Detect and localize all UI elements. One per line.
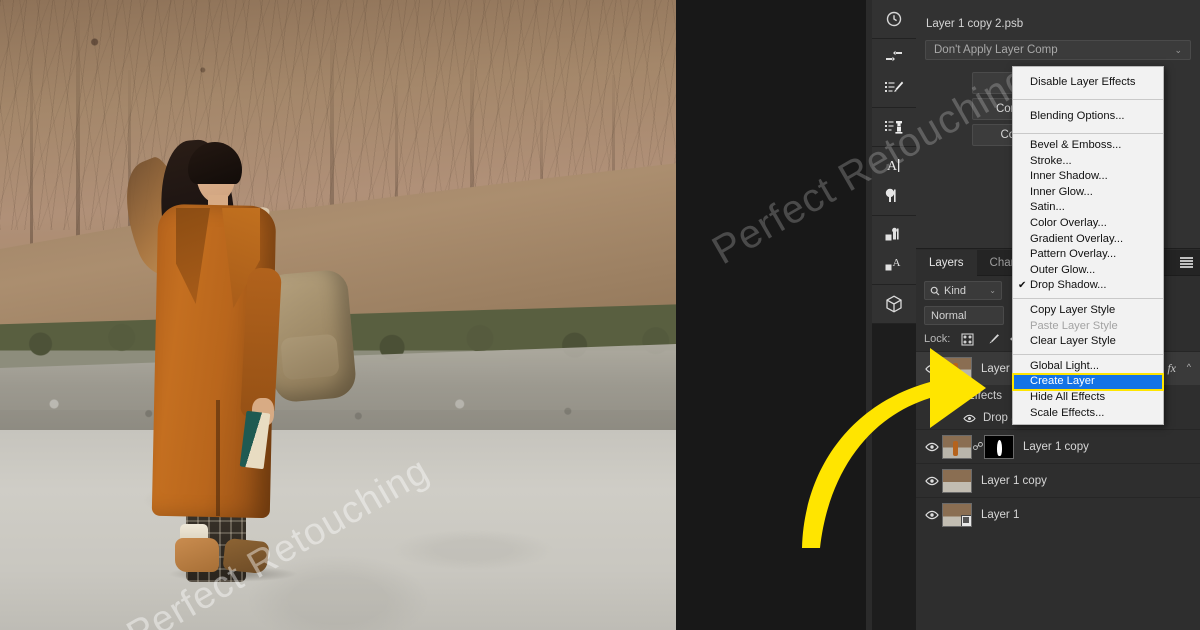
menu-item-bevel-emboss[interactable]: Bevel & Emboss...	[1013, 138, 1163, 154]
photoshop-window: A A Layer 1 copy 2.psb Don't Apply Layer…	[0, 0, 1200, 630]
menu-item-drop-shadow[interactable]: ✔ Drop Shadow...	[1013, 278, 1163, 294]
menu-item-gradient-overlay[interactable]: Gradient Overlay...	[1013, 232, 1163, 248]
menu-item-pattern-overlay[interactable]: Pattern Overlay...	[1013, 247, 1163, 263]
photo-figure-boot-right	[222, 537, 270, 575]
photo-figure-backpack-pocket	[280, 333, 340, 381]
svg-text:A: A	[893, 257, 901, 269]
layer-comp-select[interactable]: Don't Apply Layer Comp ⌄	[925, 40, 1191, 60]
menu-separator	[1013, 133, 1163, 134]
rail-group-styles: A	[872, 216, 916, 285]
lock-image-pixels-icon[interactable]	[984, 331, 1000, 347]
photo-figure-coat-seam	[216, 400, 220, 516]
photo-image	[0, 0, 676, 630]
menu-item-disable-layer-effects[interactable]: Disable Layer Effects	[1013, 70, 1163, 95]
menu-item-scale-effects[interactable]: Scale Effects...	[1013, 406, 1163, 422]
layer-thumbnail[interactable]	[942, 468, 972, 493]
lock-transparent-pixels-icon[interactable]	[959, 331, 975, 347]
photo-road	[0, 430, 676, 630]
rail-group-history	[872, 0, 916, 39]
layer-name: Layer	[981, 362, 1010, 375]
eye-icon[interactable]	[944, 386, 962, 406]
menu-item-create-layer[interactable]: Create Layer	[1012, 373, 1164, 391]
clone-source-icon[interactable]	[879, 114, 909, 140]
menu-item-blending-options[interactable]: Blending Options...	[1013, 104, 1163, 129]
blend-mode-select[interactable]: Normal	[924, 306, 1004, 325]
menu-item-hide-all-effects[interactable]: Hide All Effects	[1013, 390, 1163, 406]
canvas-photo[interactable]	[0, 0, 676, 630]
eye-icon[interactable]	[922, 359, 942, 379]
svg-text:A: A	[887, 159, 898, 174]
layer-effects-context-menu[interactable]: Disable Layer Effects Blending Options..…	[1012, 66, 1164, 426]
character-styles-icon[interactable]: A	[879, 252, 909, 278]
layer-thumbnail[interactable]	[942, 502, 972, 527]
rail-group-type: A	[872, 147, 916, 216]
menu-separator	[1013, 99, 1163, 100]
3d-icon[interactable]	[879, 291, 909, 317]
fx-badge[interactable]: fx	[1167, 361, 1176, 376]
rail-filler	[872, 324, 916, 630]
rail-group-3d	[872, 285, 916, 324]
layer-name: Layer 1 copy	[1023, 440, 1089, 453]
layer-thumbnail[interactable]	[942, 434, 972, 459]
layer-row[interactable]: Layer 1	[916, 497, 1200, 531]
menu-item-clear-layer-style[interactable]: Clear Layer Style	[1013, 334, 1163, 350]
layer-row[interactable]: ☍ Layer 1 copy	[916, 429, 1200, 463]
link-icon[interactable]: ☍	[972, 440, 984, 453]
panel-menu-icon[interactable]	[1180, 257, 1193, 268]
canvas-empty-area	[676, 0, 866, 630]
menu-item-label: Drop Shadow...	[1030, 279, 1107, 292]
lock-label: Lock:	[924, 333, 951, 345]
layer-mask-thumbnail[interactable]	[984, 434, 1014, 459]
brush-settings-icon[interactable]	[879, 45, 909, 71]
panel-icon-rail: A A	[872, 0, 916, 630]
menu-item-inner-glow[interactable]: Inner Glow...	[1013, 185, 1163, 201]
character-icon[interactable]: A	[879, 153, 909, 179]
menu-item-paste-layer-style: Paste Layer Style	[1030, 319, 1118, 332]
paragraph-styles-icon[interactable]	[879, 222, 909, 248]
menu-item-global-light[interactable]: Global Light...	[1013, 359, 1163, 375]
rail-group-brush	[872, 39, 916, 108]
chevron-down-icon: ⌄	[1174, 44, 1182, 55]
menu-item-copy-layer-style[interactable]: Copy Layer Style	[1013, 303, 1163, 319]
eye-icon[interactable]	[960, 408, 978, 428]
tab-layers[interactable]: Layers	[916, 250, 977, 276]
paragraph-icon[interactable]	[879, 183, 909, 209]
layer-name: Layer 1	[981, 508, 1020, 521]
layer-thumbnail[interactable]	[942, 356, 972, 381]
menu-item-stroke[interactable]: Stroke...	[1013, 154, 1163, 170]
menu-item-color-overlay[interactable]: Color Overlay...	[1013, 216, 1163, 232]
menu-separator	[1013, 353, 1163, 355]
eye-icon[interactable]	[922, 437, 942, 457]
chevron-up-icon[interactable]: ^	[1187, 362, 1191, 372]
search-icon	[930, 286, 940, 295]
layer-name: Layer 1 copy	[981, 474, 1047, 487]
effects-label: Effects	[967, 390, 1002, 402]
checkmark-icon: ✔	[1018, 280, 1027, 292]
menu-separator	[1013, 297, 1163, 299]
layer-row[interactable]: Layer 1 copy	[916, 463, 1200, 497]
filter-kind-label: Kind	[944, 284, 967, 297]
eye-icon[interactable]	[922, 471, 942, 491]
menu-item-outer-glow[interactable]: Outer Glow...	[1013, 263, 1163, 279]
menu-item-satin[interactable]: Satin...	[1013, 200, 1163, 216]
rail-group-clone	[872, 108, 916, 147]
eye-icon[interactable]	[922, 505, 942, 525]
properties-title: Layer 1 copy 2.psb	[926, 18, 1024, 30]
filter-kind-select[interactable]: Kind ⌄	[924, 281, 1002, 300]
history-icon[interactable]	[879, 6, 909, 32]
brushes-icon[interactable]	[879, 75, 909, 101]
menu-item-inner-shadow[interactable]: Inner Shadow...	[1013, 169, 1163, 185]
smart-object-badge-icon	[961, 514, 971, 526]
chevron-down-icon: ⌄	[989, 286, 996, 295]
layer-comp-value: Don't Apply Layer Comp	[934, 44, 1058, 56]
photo-figure-boot-left	[175, 538, 219, 572]
